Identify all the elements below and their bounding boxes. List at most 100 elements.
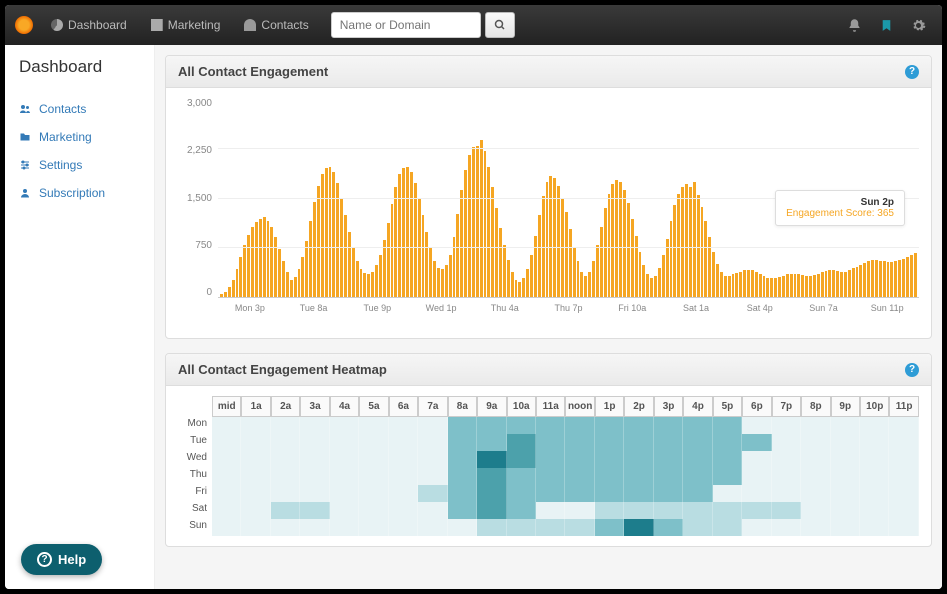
heatmap-cell[interactable] bbox=[448, 519, 477, 536]
heatmap-cell[interactable] bbox=[595, 434, 624, 451]
bar[interactable] bbox=[402, 168, 405, 297]
heatmap-cell[interactable] bbox=[624, 417, 653, 434]
bar[interactable] bbox=[387, 223, 390, 297]
heatmap-cell[interactable] bbox=[359, 434, 388, 451]
bar[interactable] bbox=[875, 260, 878, 297]
bar[interactable] bbox=[863, 263, 866, 297]
heatmap-cell[interactable] bbox=[507, 485, 536, 502]
bar[interactable] bbox=[910, 255, 913, 297]
nav-contacts[interactable]: Contacts bbox=[234, 12, 318, 38]
bar[interactable] bbox=[906, 257, 909, 297]
heatmap-cell[interactable] bbox=[359, 417, 388, 434]
heatmap-cell[interactable] bbox=[683, 485, 712, 502]
bar[interactable] bbox=[914, 253, 917, 297]
heatmap-cell[interactable] bbox=[418, 485, 447, 502]
heatmap-cell[interactable] bbox=[271, 434, 300, 451]
heatmap-cell[interactable] bbox=[418, 468, 447, 485]
heatmap-cell[interactable] bbox=[212, 519, 241, 536]
bar[interactable] bbox=[654, 276, 657, 297]
bar[interactable] bbox=[522, 278, 525, 297]
heatmap-cell[interactable] bbox=[595, 519, 624, 536]
bar[interactable] bbox=[557, 186, 560, 297]
heatmap-cell[interactable] bbox=[654, 468, 683, 485]
heatmap-cell[interactable] bbox=[271, 451, 300, 468]
heatmap-cell[interactable] bbox=[212, 468, 241, 485]
bar[interactable] bbox=[646, 274, 649, 297]
bar[interactable] bbox=[534, 236, 537, 297]
bar[interactable] bbox=[298, 269, 301, 297]
bar[interactable] bbox=[344, 215, 347, 297]
heatmap-cell[interactable] bbox=[860, 468, 889, 485]
bar[interactable] bbox=[356, 261, 359, 297]
heatmap-cell[interactable] bbox=[389, 502, 418, 519]
bar[interactable] bbox=[848, 270, 851, 297]
heatmap-cell[interactable] bbox=[536, 434, 565, 451]
bar[interactable] bbox=[329, 167, 332, 297]
heatmap-cell[interactable] bbox=[713, 451, 742, 468]
bar[interactable] bbox=[290, 280, 293, 297]
heatmap-cell[interactable] bbox=[477, 451, 506, 468]
bar[interactable] bbox=[243, 245, 246, 297]
heatmap-cell[interactable] bbox=[742, 502, 771, 519]
heatmap-cell[interactable] bbox=[330, 451, 359, 468]
heatmap-cell[interactable] bbox=[359, 519, 388, 536]
heatmap-cell[interactable] bbox=[300, 434, 329, 451]
bar[interactable] bbox=[852, 268, 855, 297]
bar[interactable] bbox=[642, 265, 645, 297]
heatmap-cell[interactable] bbox=[801, 485, 830, 502]
bar[interactable] bbox=[220, 294, 223, 297]
bar[interactable] bbox=[588, 272, 591, 297]
bar[interactable] bbox=[247, 235, 250, 297]
bar[interactable] bbox=[689, 187, 692, 297]
bar[interactable] bbox=[743, 270, 746, 297]
heatmap-cell[interactable] bbox=[772, 434, 801, 451]
bar[interactable] bbox=[712, 252, 715, 297]
heatmap-cell[interactable] bbox=[448, 468, 477, 485]
heatmap-cell[interactable] bbox=[359, 451, 388, 468]
heatmap-cell[interactable] bbox=[624, 485, 653, 502]
bar[interactable] bbox=[549, 176, 552, 297]
bar[interactable] bbox=[805, 276, 808, 297]
heatmap-cell[interactable] bbox=[507, 434, 536, 451]
bar[interactable] bbox=[859, 265, 862, 298]
bar[interactable] bbox=[336, 183, 339, 297]
bar[interactable] bbox=[530, 255, 533, 297]
bar[interactable] bbox=[518, 282, 521, 297]
heatmap-cell[interactable] bbox=[212, 502, 241, 519]
heatmap-cell[interactable] bbox=[683, 417, 712, 434]
heatmap-cell[interactable] bbox=[595, 417, 624, 434]
heatmap-cell[interactable] bbox=[654, 451, 683, 468]
heatmap-cell[interactable] bbox=[624, 519, 653, 536]
heatmap-cell[interactable] bbox=[565, 502, 594, 519]
heatmap-cell[interactable] bbox=[300, 502, 329, 519]
bar[interactable] bbox=[627, 203, 630, 297]
heatmap-cell[interactable] bbox=[889, 519, 918, 536]
heatmap-cell[interactable] bbox=[300, 417, 329, 434]
bar[interactable] bbox=[879, 261, 882, 297]
heatmap-cell[interactable] bbox=[241, 417, 270, 434]
bar[interactable] bbox=[259, 219, 262, 297]
bar[interactable] bbox=[883, 261, 886, 297]
heatmap-cell[interactable] bbox=[507, 502, 536, 519]
heatmap-cell[interactable] bbox=[772, 468, 801, 485]
bar[interactable] bbox=[511, 272, 514, 297]
bar[interactable] bbox=[631, 219, 634, 297]
bar[interactable] bbox=[608, 194, 611, 297]
bar[interactable] bbox=[414, 183, 417, 297]
heatmap-cell[interactable] bbox=[477, 468, 506, 485]
bar[interactable] bbox=[495, 208, 498, 297]
heatmap-cell[interactable] bbox=[536, 451, 565, 468]
bar[interactable] bbox=[476, 146, 479, 297]
heatmap-cell[interactable] bbox=[330, 468, 359, 485]
heatmap-cell[interactable] bbox=[241, 434, 270, 451]
heatmap-cell[interactable] bbox=[624, 502, 653, 519]
bar[interactable] bbox=[817, 274, 820, 297]
heatmap-cell[interactable] bbox=[300, 468, 329, 485]
bar[interactable] bbox=[619, 182, 622, 297]
heatmap-cell[interactable] bbox=[889, 502, 918, 519]
heatmap-cell[interactable] bbox=[359, 468, 388, 485]
heatmap-cell[interactable] bbox=[683, 468, 712, 485]
heatmap-cell[interactable] bbox=[713, 485, 742, 502]
heatmap-cell[interactable] bbox=[477, 434, 506, 451]
bar[interactable] bbox=[577, 261, 580, 297]
